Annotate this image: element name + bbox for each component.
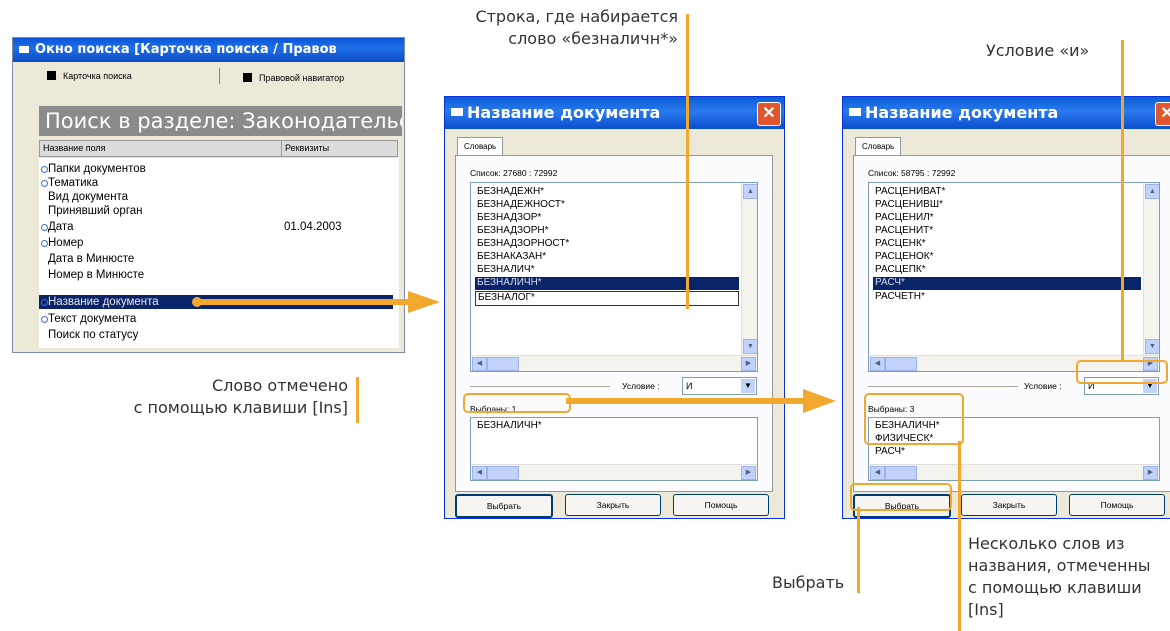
annotation-line-marked [356, 377, 359, 423]
annotation-typing-line: Строка, где набирается слово «безналичн*… [450, 6, 678, 50]
annotation-line-choose [857, 507, 860, 593]
annotation-text: с помощью клавиши [Ins] [133, 398, 348, 417]
annotation-text: Строка, где набирается [475, 7, 678, 26]
annotation-text: Слово отмечено [211, 376, 348, 395]
annotation-choose: Выбрать [772, 573, 845, 592]
arrow-to-dialog [192, 291, 440, 313]
annotation-text: названия, отмеченны [968, 556, 1151, 575]
annotation-text: Несколько слов из [968, 534, 1125, 553]
annotation-marked-word: Слово отмечено с помощью клавиши [Ins] [100, 375, 348, 419]
annotation-text: [Ins] [968, 600, 1004, 619]
annotation-several-words: Несколько слов из названия, отмеченны с … [968, 533, 1170, 621]
annotation-line-several [958, 441, 961, 631]
arrow-to-second-dialog [566, 389, 836, 413]
annotation-line-condition [1121, 40, 1124, 360]
annotation-text: слово «безналичн*» [508, 29, 678, 48]
annotation-text: с помощью клавиши [968, 578, 1142, 597]
annotation-condition-and: Условие «и» [986, 41, 1090, 60]
annotation-line-typing [686, 14, 689, 309]
